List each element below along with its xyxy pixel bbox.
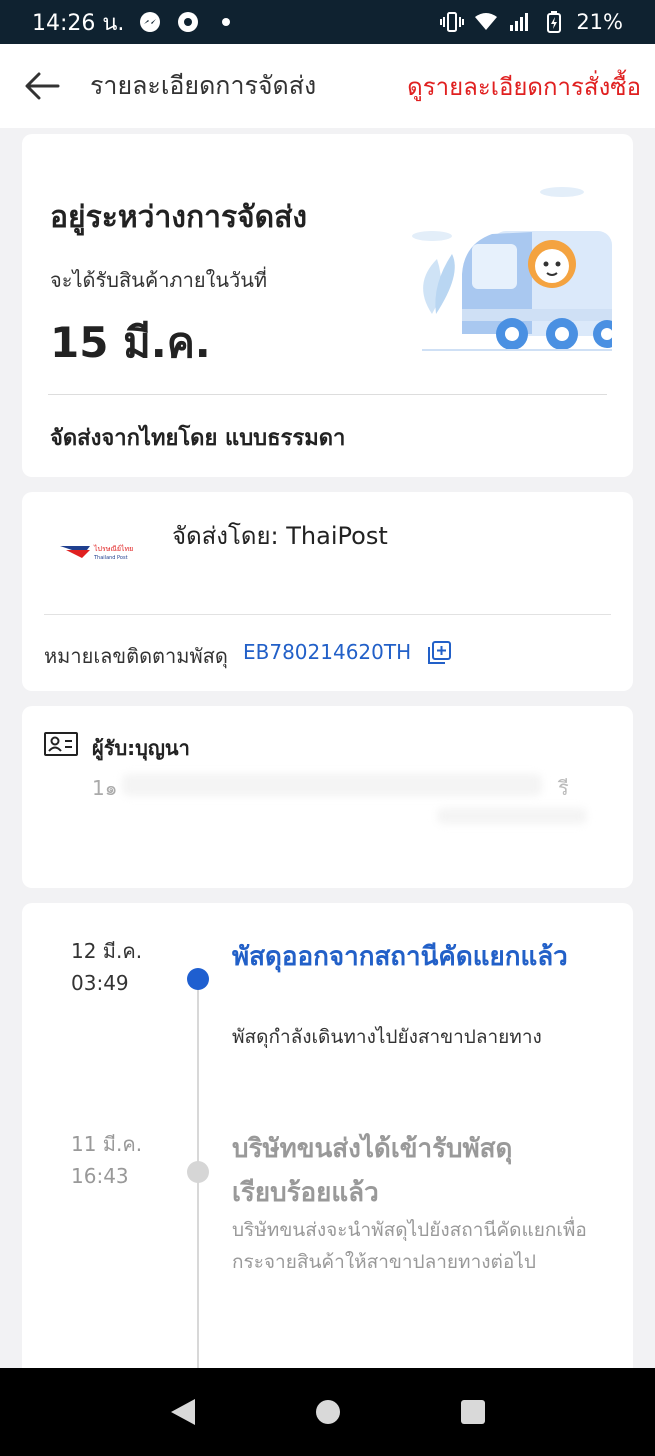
vibrate-icon	[440, 10, 465, 34]
shipping-method: จัดส่งจากไทยโดย แบบธรรมดา	[50, 426, 346, 451]
timeline-line	[197, 978, 199, 1403]
tracking-timeline-card: 12 มี.ค. 03:49 พัสดุออกจากสถานีคัดแยกแล้…	[22, 903, 633, 1403]
divider	[48, 394, 607, 395]
battery-percent: 21%	[576, 10, 623, 34]
arrow-left-icon	[25, 72, 60, 100]
chrome-icon	[176, 10, 200, 34]
app-bar: รายละเอียดการจัดส่ง ดูรายละเอียดการสั่งซ…	[0, 44, 655, 128]
carrier-name: จัดส่งโดย: ThaiPost	[172, 522, 388, 550]
svg-text:Thailand Post: Thailand Post	[93, 555, 128, 561]
tracking-label: หมายเลขติดตามพัสดุ	[44, 644, 228, 668]
page-title: รายละเอียดการจัดส่ง	[90, 71, 317, 100]
battery-charging-icon	[542, 10, 566, 34]
divider	[44, 614, 611, 615]
notification-dot-icon	[214, 10, 238, 34]
address-redaction	[122, 774, 542, 796]
address-fragment: 1๑	[92, 776, 118, 800]
tracking-number[interactable]: EB780214620TH	[243, 640, 411, 664]
timeline-event-description: บริษัทขนส่งจะนำพัสดุไปยังสถานีคัดแยกเพื่…	[232, 1219, 587, 1273]
timeline-dot-active	[187, 968, 209, 990]
square-recents-icon	[460, 1400, 485, 1424]
back-button[interactable]	[0, 44, 84, 128]
copy-tracking-button[interactable]	[426, 640, 452, 666]
circle-home-icon	[315, 1400, 340, 1424]
delivery-truck-illustration	[412, 187, 612, 351]
delivery-status-card: อยู่ระหว่างการจัดส่ง จะได้รับสินค้าภายใน…	[22, 134, 633, 477]
carrier-card: ไปรษณีย์ไทย Thailand Post จัดส่งโดย: Tha…	[22, 492, 633, 691]
status-time: 14:26 น.	[32, 10, 125, 36]
eta-date: 15 มี.ค.	[50, 318, 211, 367]
messenger-icon	[138, 10, 162, 34]
nav-recents-button[interactable]	[453, 1392, 493, 1432]
address-fragment: รี	[558, 776, 569, 800]
eta-label: จะได้รับสินค้าภายในวันที่	[50, 268, 268, 292]
recipient-card: ผู้รับ:บุญนา 1๑ รี	[22, 706, 633, 888]
timeline-event-title: พัสดุออกจากสถานีคัดแยกแล้ว	[232, 942, 568, 972]
delivery-status-title: อยู่ระหว่างการจัดส่ง	[50, 200, 308, 235]
timeline-date: 11 มี.ค.	[71, 1132, 143, 1156]
triangle-back-icon	[170, 1399, 195, 1425]
nav-home-button[interactable]	[308, 1392, 348, 1432]
timeline-time: 16:43	[71, 1164, 129, 1188]
timeline-event-title: บริษัทขนส่งได้เข้ารับพัสดุเรียบร้อยแล้ว	[232, 1134, 513, 1208]
copy-icon	[428, 641, 451, 664]
id-card-icon	[44, 732, 78, 756]
order-details-link[interactable]: ดูรายละเอียดการสั่งซื้อ	[407, 67, 641, 106]
recipient-name: ผู้รับ:บุญนา	[92, 736, 190, 760]
thailand-post-logo: ไปรษณีย์ไทย Thailand Post	[60, 544, 133, 561]
timeline-date: 12 มี.ค.	[71, 939, 143, 963]
status-bar: 14:26 น. 21%	[0, 0, 655, 44]
svg-text:ไปรษณีย์ไทย: ไปรษณีย์ไทย	[93, 544, 133, 553]
address-redaction	[437, 808, 587, 824]
nav-back-button[interactable]	[163, 1392, 203, 1432]
signal-icon	[508, 10, 532, 34]
system-nav-bar	[0, 1368, 655, 1456]
wifi-icon	[474, 10, 498, 34]
timeline-time: 03:49	[71, 971, 129, 995]
timeline-event-description: พัสดุกำลังเดินทางไปยังสาขาปลายทาง	[232, 1026, 542, 1048]
timeline-dot	[187, 1161, 209, 1183]
